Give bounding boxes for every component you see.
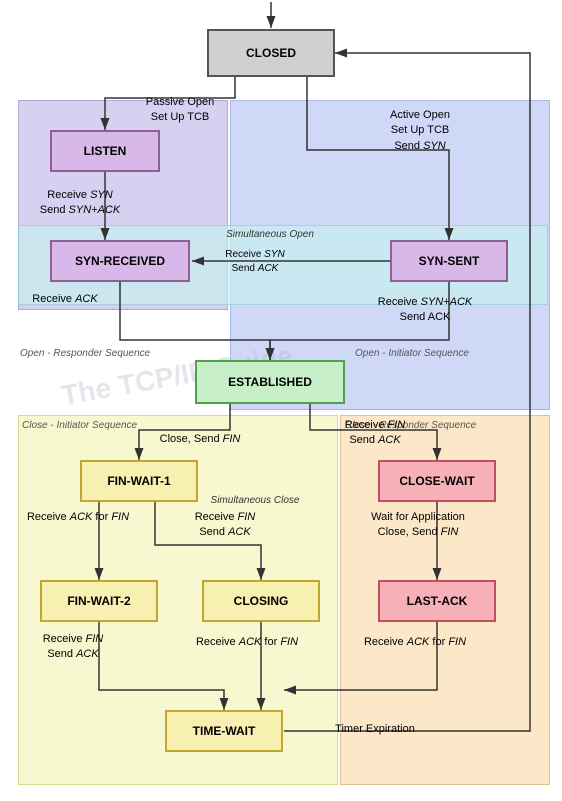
listen-state: LISTEN [50, 130, 160, 172]
receive-syn-label: Receive SYNSend SYN+ACK [15, 188, 145, 219]
receive-ack-label: Receive ACK [15, 292, 115, 307]
simultaneous-close-label: Simultaneous Close [190, 494, 320, 508]
established-state: ESTABLISHED [195, 360, 345, 404]
active-open-label: Active OpenSet Up TCBSend SYN [355, 108, 485, 154]
fin-wait-2-state: FIN-WAIT-2 [40, 580, 158, 622]
receive-fin-send-ack-mid-label: Receive FINSend ACK [170, 510, 280, 541]
time-wait-state: TIME-WAIT [165, 710, 283, 752]
simultaneous-open-label: Simultaneous Open [200, 228, 340, 242]
receive-ack-for-fin-right-label: Receive ACK for FIN [350, 635, 480, 650]
tcp-state-diagram: The TCP/IP Guide [0, 0, 562, 801]
receive-fin-send-ack-bottom-label: Receive FINSend ACK [18, 632, 128, 663]
receive-synack-label: Receive SYN+ACKSend ACK [355, 295, 495, 326]
open-responder-label: Open - Responder Sequence [20, 348, 180, 359]
open-initiator-label: Open - Initiator Sequence [355, 348, 515, 359]
syn-received-state: SYN-RECEIVED [50, 240, 190, 282]
closing-state: CLOSING [202, 580, 320, 622]
close-initiator-label: Close - Initiator Sequence [22, 420, 197, 431]
wait-app-close-label: Wait for ApplicationClose, Send FIN [348, 510, 488, 541]
receive-ack-for-fin-mid-label: Receive ACK for FIN [182, 635, 312, 650]
passive-open-label: Passive OpenSet Up TCB [120, 95, 240, 126]
close-send-fin-label: Close, Send FIN [145, 432, 255, 447]
close-wait-state: CLOSE-WAIT [378, 460, 496, 502]
fin-wait-1-state: FIN-WAIT-1 [80, 460, 198, 502]
receive-syn-send-ack-mid-label: Receive SYNSend ACK [195, 248, 315, 276]
receive-ack-for-fin-left-label: Receive ACK for FIN [18, 510, 138, 525]
syn-sent-state: SYN-SENT [390, 240, 508, 282]
receive-fin-send-ack-top-label: Receive FINSend ACK [315, 418, 435, 449]
timer-expiration-label: Timer Expiration [310, 722, 440, 737]
closed-state: CLOSED [207, 29, 335, 77]
last-ack-state: LAST-ACK [378, 580, 496, 622]
